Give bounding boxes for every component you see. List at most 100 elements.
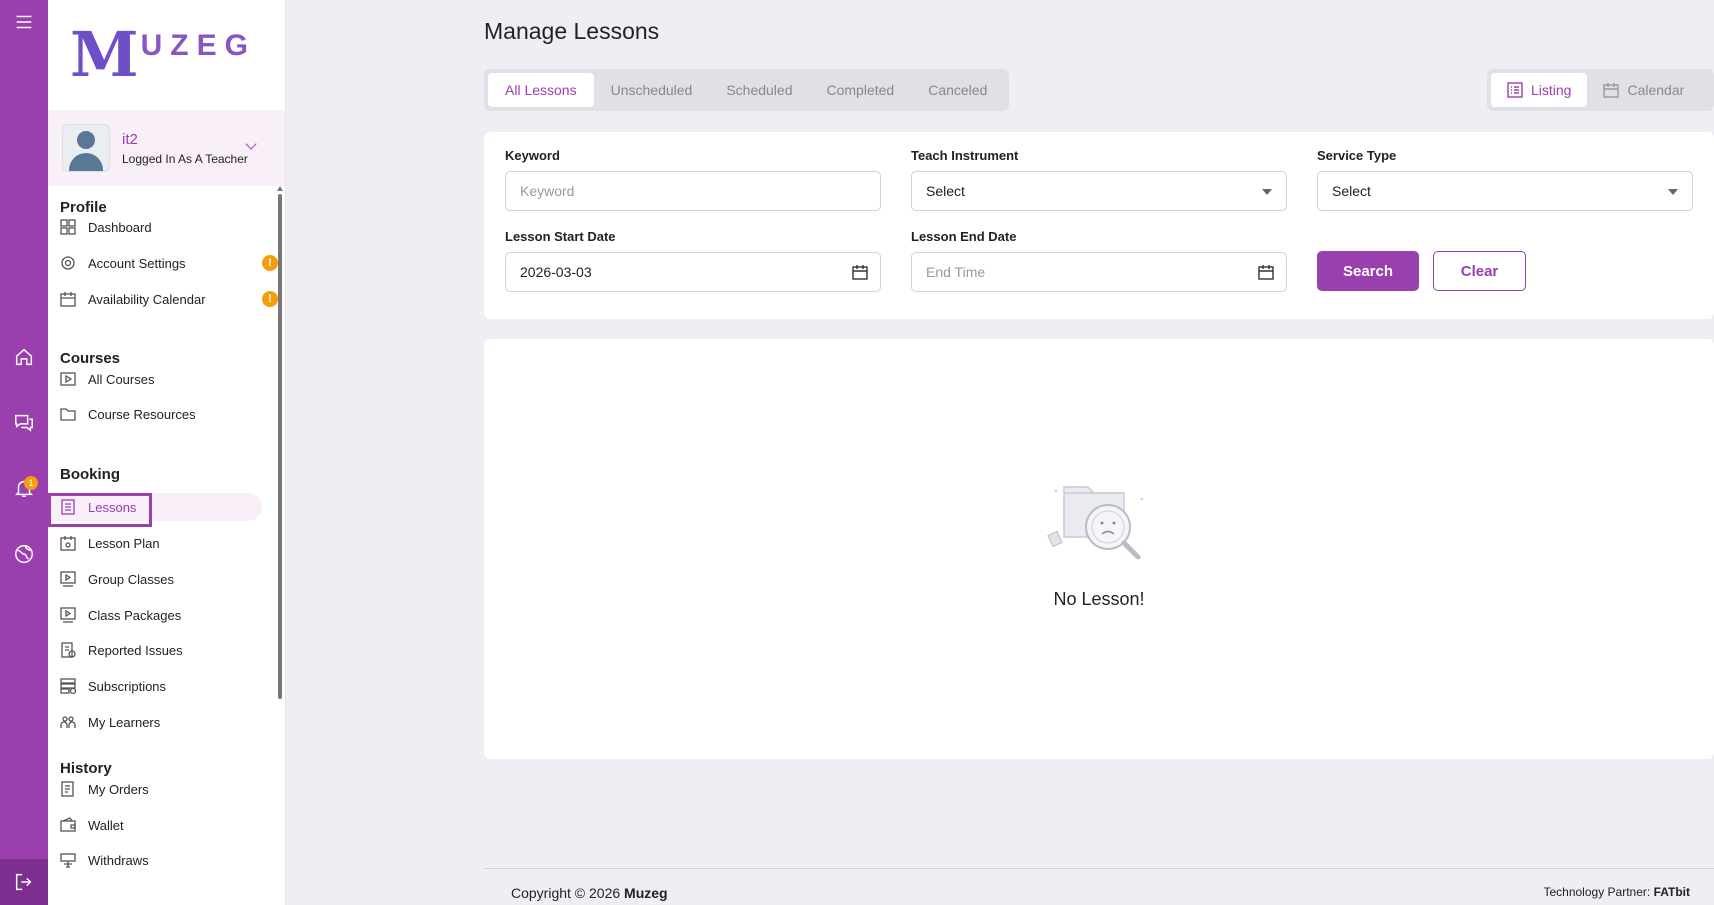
results-panel: No Lesson!	[484, 339, 1714, 759]
warning-badge: !	[262, 291, 278, 307]
keyword-input[interactable]: Keyword	[505, 171, 881, 211]
sidebar-item-account-settings[interactable]: Account Settings !	[60, 249, 278, 277]
sidebar-item-reported-issues[interactable]: Reported Issues	[60, 636, 260, 664]
footer: Copyright © 2026 Muzeg Technology Partne…	[484, 868, 1714, 905]
listing-view-button[interactable]: Listing	[1491, 73, 1588, 107]
view-switch: Listing Calendar	[1487, 69, 1714, 111]
sidebar-nav: Profile Dashboard Account Settings ! Ava…	[48, 186, 285, 905]
lessons-icon	[61, 499, 75, 515]
calendar-icon	[60, 292, 76, 307]
tab-scheduled[interactable]: Scheduled	[709, 73, 809, 107]
avatar	[62, 124, 110, 172]
logo-word: UZEG	[140, 29, 256, 62]
sidebar: M UZEG it2 Logged In As A Teacher Profil…	[48, 0, 286, 905]
sidebar-item-class-packages[interactable]: Class Packages	[60, 601, 260, 629]
empty-state-text: No Lesson!	[1053, 589, 1145, 609]
gear-icon	[61, 256, 75, 270]
user-profile-box[interactable]: it2 Logged In As A Teacher	[48, 110, 285, 186]
tab-unscheduled[interactable]: Unscheduled	[594, 73, 710, 107]
tab-all-lessons[interactable]: All Lessons	[488, 73, 594, 107]
sidebar-item-subscriptions[interactable]: Subscriptions	[60, 672, 260, 700]
list-icon	[1507, 82, 1523, 98]
sidebar-item-label: My Orders	[88, 781, 149, 797]
wallet-icon	[60, 817, 76, 832]
tab-completed[interactable]: Completed	[810, 73, 912, 107]
instrument-select[interactable]: Select	[911, 171, 1287, 211]
dashboard-icon	[60, 219, 76, 235]
sidebar-item-my-learners[interactable]: My Learners	[60, 708, 260, 736]
learners-icon	[60, 716, 76, 728]
technology-partner: Technology Partner: FATbit	[1543, 885, 1690, 899]
sidebar-scrollbar[interactable]	[278, 194, 282, 699]
sidebar-item-label: Course Resources	[88, 406, 196, 422]
sidebar-item-all-courses[interactable]: All Courses	[60, 365, 260, 393]
sidebar-item-label: All Courses	[88, 371, 155, 387]
clear-button[interactable]: Clear	[1433, 251, 1526, 291]
notifications-icon[interactable]: 1	[0, 468, 48, 508]
brand-logo[interactable]: M UZEG	[48, 0, 285, 110]
sidebar-item-my-orders[interactable]: My Orders	[60, 775, 260, 803]
caret-down-icon	[1668, 189, 1678, 195]
sidebar-item-availability-calendar[interactable]: Availability Calendar !	[60, 285, 278, 313]
messages-icon[interactable]	[0, 402, 48, 442]
folder-icon	[60, 408, 76, 421]
lesson-status-tabs: All Lessons Unscheduled Scheduled Comple…	[484, 69, 1009, 111]
sidebar-item-label: Group Classes	[88, 571, 174, 587]
lesson-plan-icon	[60, 536, 76, 551]
end-date-label: Lesson End Date	[911, 229, 1017, 244]
calendar-view-button[interactable]: Calendar	[1587, 73, 1700, 107]
sidebar-item-label: Reported Issues	[88, 642, 183, 658]
service-type-value: Select	[1332, 183, 1371, 199]
search-button[interactable]: Search	[1317, 251, 1419, 291]
start-date-label: Lesson Start Date	[505, 229, 616, 244]
logo-mark: M	[70, 18, 139, 91]
sidebar-item-lessons[interactable]: Lessons	[48, 493, 262, 527]
service-type-select[interactable]: Select	[1317, 171, 1693, 211]
reported-issues-icon	[61, 642, 76, 658]
sidebar-item-label: Dashboard	[88, 219, 152, 235]
notification-badge: 1	[24, 476, 38, 490]
page-title: Manage Lessons	[484, 18, 660, 44]
sidebar-item-wallet[interactable]: Wallet	[60, 811, 260, 839]
menu-icon[interactable]	[0, 2, 48, 42]
group-classes-icon	[60, 571, 76, 587]
user-role: Logged In As A Teacher	[122, 151, 248, 166]
start-date-input[interactable]: 2026-03-03	[505, 252, 881, 292]
home-icon[interactable]	[0, 337, 48, 377]
sidebar-item-label: Subscriptions	[88, 678, 167, 694]
orders-icon	[61, 781, 74, 797]
class-packages-icon	[60, 607, 76, 623]
partner-label: Technology Partner:	[1543, 885, 1651, 899]
calendar-label: Calendar	[1627, 82, 1685, 98]
sidebar-item-label: Wallet	[88, 817, 124, 833]
tab-canceled[interactable]: Canceled	[911, 73, 1004, 107]
sidebar-item-label: Class Packages	[88, 607, 182, 623]
sidebar-item-dashboard[interactable]: Dashboard	[60, 213, 260, 241]
sidebar-item-label: Lessons	[88, 499, 137, 515]
filter-panel: Keyword Keyword Teach Instrument Select …	[484, 132, 1714, 319]
empty-folder-search-icon	[1047, 486, 1144, 560]
sidebar-item-withdraws[interactable]: Withdraws	[60, 846, 260, 874]
globe-icon[interactable]	[0, 534, 48, 574]
user-name: it2	[122, 130, 138, 148]
end-date-input[interactable]: End Time	[911, 252, 1287, 292]
service-type-label: Service Type	[1317, 148, 1397, 163]
calendar-icon[interactable]	[1258, 264, 1274, 280]
icon-rail: 1	[0, 0, 48, 905]
sidebar-item-label: Withdraws	[88, 852, 149, 868]
instrument-label: Teach Instrument	[911, 148, 1019, 163]
calendar-icon[interactable]	[852, 264, 868, 280]
scroll-up-arrow[interactable]	[277, 186, 283, 191]
listing-label: Listing	[1531, 82, 1572, 98]
sidebar-item-lesson-plan[interactable]: Lesson Plan	[60, 529, 260, 557]
sidebar-item-group-classes[interactable]: Group Classes	[60, 565, 260, 593]
partner-name[interactable]: FATbit	[1654, 885, 1690, 899]
logout-icon[interactable]	[0, 859, 48, 905]
play-icon	[60, 372, 76, 386]
keyword-label: Keyword	[505, 148, 560, 163]
end-date-placeholder: End Time	[926, 264, 986, 280]
copyright-text: Copyright © 2026	[511, 885, 621, 901]
instrument-value: Select	[926, 183, 965, 199]
sidebar-item-course-resources[interactable]: Course Resources	[60, 400, 260, 428]
sidebar-item-label: Availability Calendar	[88, 291, 206, 307]
